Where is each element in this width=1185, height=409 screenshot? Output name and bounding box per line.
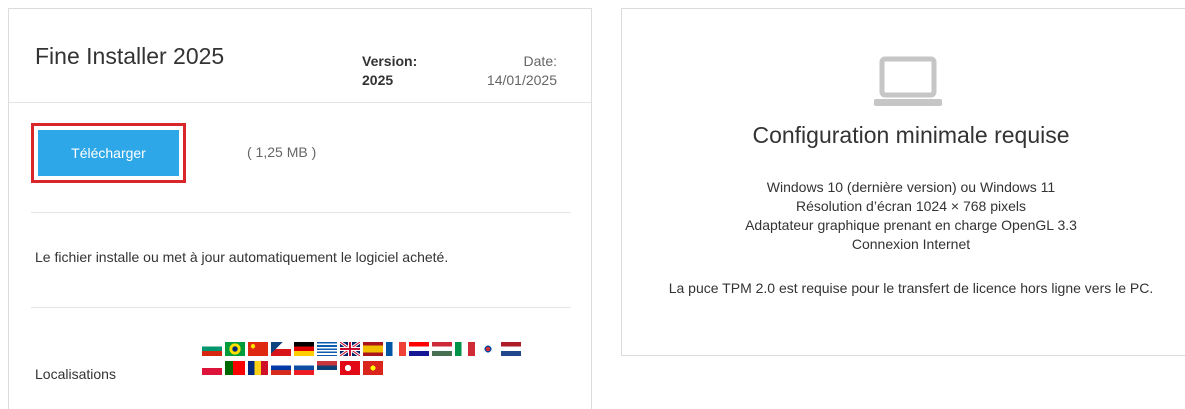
france-flag bbox=[386, 342, 406, 356]
uk-flag bbox=[340, 342, 360, 356]
turkey-flag bbox=[340, 361, 360, 375]
spain-flag bbox=[363, 342, 383, 356]
requirements-card: Configuration minimale requise Windows 1… bbox=[621, 8, 1185, 356]
china-flag bbox=[248, 342, 268, 356]
requirements-title: Configuration minimale requise bbox=[752, 122, 1070, 148]
bulgaria-flag bbox=[202, 342, 222, 356]
product-title: Fine Installer 2025 bbox=[35, 43, 225, 69]
localisations-label: Localisations bbox=[35, 366, 116, 382]
serbia-flag bbox=[317, 361, 337, 375]
korea-flag bbox=[478, 342, 498, 356]
download-row: Télécharger ( 1,25 MB ) bbox=[31, 123, 571, 213]
poland-flag bbox=[202, 361, 222, 375]
requirement-item: Connexion Internet bbox=[851, 236, 971, 252]
requirement-item: Windows 10 (dernière version) ou Windows… bbox=[766, 179, 1056, 195]
brazil-flag bbox=[225, 342, 245, 356]
czech-flag bbox=[271, 342, 291, 356]
portugal-flag bbox=[225, 361, 245, 375]
vietnam-flag bbox=[363, 361, 383, 375]
file-size: ( 1,25 MB ) bbox=[247, 144, 317, 160]
requirement-item: Adaptateur graphique prenant en charge O… bbox=[745, 217, 1077, 233]
date-info: Date: 14/01/2025 bbox=[487, 52, 557, 90]
slovakia-flag bbox=[294, 361, 314, 375]
netherlands-flag bbox=[501, 342, 521, 356]
download-card: Fine Installer 2025 Version: 2025 Date: … bbox=[8, 8, 592, 409]
romania-flag bbox=[248, 361, 268, 375]
flag-list bbox=[202, 342, 554, 380]
divider bbox=[31, 307, 571, 308]
version-info: Version: 2025 bbox=[362, 52, 417, 90]
hungary-flag bbox=[432, 342, 452, 356]
download-highlight: Télécharger bbox=[31, 123, 186, 183]
version-value: 2025 bbox=[362, 72, 394, 88]
tpm-note: La puce TPM 2.0 est requise pour le tran… bbox=[668, 280, 1154, 296]
russia-flag bbox=[271, 361, 291, 375]
card-header: Fine Installer 2025 Version: 2025 Date: … bbox=[9, 9, 591, 103]
germany-flag bbox=[294, 342, 314, 356]
laptop-icon bbox=[874, 56, 942, 106]
date-label: Date: bbox=[523, 53, 557, 69]
croatia-flag bbox=[409, 342, 429, 356]
requirements-list: Windows 10 (dernière version) ou Windows… bbox=[622, 178, 1185, 254]
flag-row bbox=[202, 361, 554, 376]
download-button[interactable]: Télécharger bbox=[38, 130, 179, 176]
greece-flag bbox=[317, 342, 337, 356]
date-value: 14/01/2025 bbox=[486, 72, 557, 88]
requirement-item: Résolution d’écran 1024 × 768 pixels bbox=[796, 198, 1026, 214]
version-label: Version: bbox=[362, 53, 418, 69]
italy-flag bbox=[455, 342, 475, 356]
flag-row bbox=[202, 342, 554, 357]
description: Le fichier installe ou met à jour automa… bbox=[35, 249, 449, 265]
